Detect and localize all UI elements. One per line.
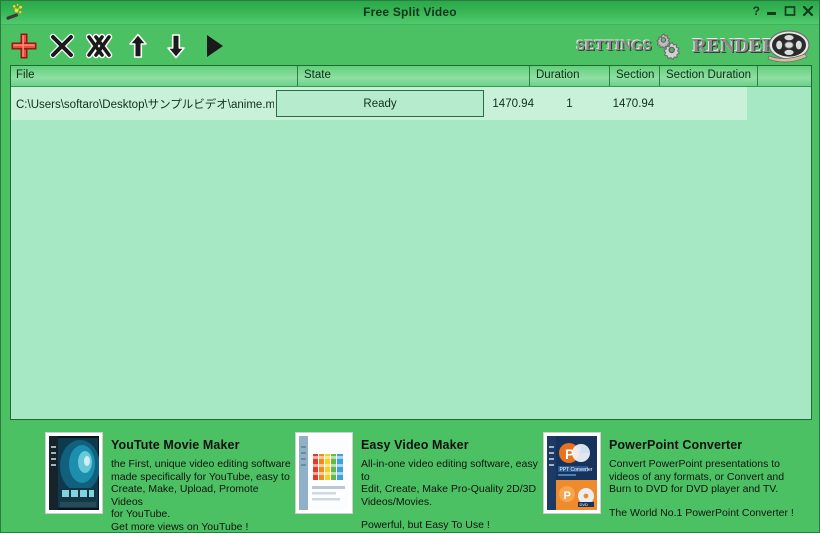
column-header-section[interactable]: Section <box>609 66 659 86</box>
svg-text:DVD: DVD <box>580 502 589 507</box>
move-down-button[interactable] <box>159 29 193 63</box>
settings-label: Settings <box>576 37 652 54</box>
cell-file: C:\Users\softaro\Desktop\サンプルビデオ\anime.m… <box>16 98 274 111</box>
remove-all-button[interactable] <box>83 29 117 63</box>
window-title: Free Split Video <box>363 5 457 19</box>
film-reel-icon <box>767 30 810 63</box>
product-box-image-easy-video <box>295 432 353 514</box>
settings-button[interactable]: Settings <box>577 31 683 61</box>
ad-text-block: Easy Video Maker All-in-one video editin… <box>361 438 543 532</box>
column-header-duration[interactable]: Duration <box>529 66 609 86</box>
state-badge[interactable]: Ready <box>275 90 485 117</box>
window-controls: ? <box>753 4 814 18</box>
cell-state: Ready <box>274 90 487 117</box>
x-icon <box>49 33 75 59</box>
ad-youtute-movie-maker[interactable]: YouTute Movie Maker the First, unique vi… <box>45 425 291 532</box>
column-header-section-duration[interactable]: Section Duration <box>659 66 757 86</box>
ad-description: All-in-one video editing software, easy … <box>361 458 538 508</box>
ad-title: Easy Video Maker <box>361 438 469 452</box>
remove-file-button[interactable] <box>45 29 79 63</box>
ad-easy-video-maker[interactable]: Easy Video Maker All-in-one video editin… <box>295 425 543 532</box>
plus-icon <box>11 33 37 59</box>
ad-tagline: The World No.1 PowerPoint Converter ! <box>609 506 794 519</box>
ad-text-block: YouTute Movie Maker the First, unique vi… <box>111 438 291 533</box>
cell-section: 1 <box>566 97 573 110</box>
svg-text:PPT Converter: PPT Converter <box>560 467 593 473</box>
product-box-image-youtute <box>45 432 103 514</box>
column-header-blank[interactable] <box>757 66 811 86</box>
arrow-down-icon <box>167 34 185 59</box>
column-header-state[interactable]: State <box>297 66 529 86</box>
add-file-button[interactable] <box>7 29 41 63</box>
table-row[interactable]: C:\Users\softaro\Desktop\サンプルビデオ\anime.m… <box>11 87 747 120</box>
ad-text-block: PowerPoint Converter Convert PowerPoint … <box>609 438 794 519</box>
help-icon[interactable]: ? <box>753 4 760 18</box>
svg-text:P: P <box>564 490 571 502</box>
toolbar: Settings Render <box>1 25 819 67</box>
ad-description: Convert PowerPoint presentations to vide… <box>609 458 785 496</box>
ad-title: PowerPoint Converter <box>609 438 743 452</box>
ad-description: the First, unique video editing software… <box>111 458 291 533</box>
toolbar-right-group: Settings Render <box>577 27 812 65</box>
minimize-icon[interactable] <box>766 5 778 17</box>
render-button[interactable]: Render <box>693 29 811 63</box>
cell-duration: 1470.94 <box>492 97 534 110</box>
arrow-up-icon <box>129 33 147 58</box>
toolbar-left-group <box>7 25 231 67</box>
close-icon[interactable] <box>802 5 814 17</box>
cell-section-duration: 1470.94 <box>612 97 655 110</box>
file-list-panel[interactable]: File State Duration Section Section Duration… <box>10 65 812 420</box>
ad-tagline: Powerful, but Easy To Use ! <box>361 519 490 532</box>
double-x-icon <box>86 33 113 59</box>
promo-banner-area: YouTute Movie Maker the First, unique vi… <box>1 425 819 532</box>
column-header-file[interactable]: File <box>11 66 297 86</box>
play-button[interactable] <box>197 29 231 63</box>
ad-title: YouTute Movie Maker <box>111 438 240 452</box>
gear-icon <box>655 33 680 61</box>
ad-powerpoint-converter[interactable]: P PPT Converter P DVD PowerPoint Convert… <box>543 425 803 532</box>
product-box-image-ppt-converter: P PPT Converter P DVD <box>543 432 601 514</box>
list-header: File State Duration Section Section Duration <box>11 66 811 87</box>
list-body[interactable]: C:\Users\softaro\Desktop\サンプルビデオ\anime.m… <box>11 87 811 120</box>
title-bar: Free Split Video ? <box>1 1 819 25</box>
play-icon <box>207 35 223 57</box>
move-up-button[interactable] <box>121 29 155 63</box>
maximize-icon[interactable] <box>784 5 796 17</box>
application-window: Free Split Video ? SETTINGS RENDER File … <box>0 0 820 533</box>
